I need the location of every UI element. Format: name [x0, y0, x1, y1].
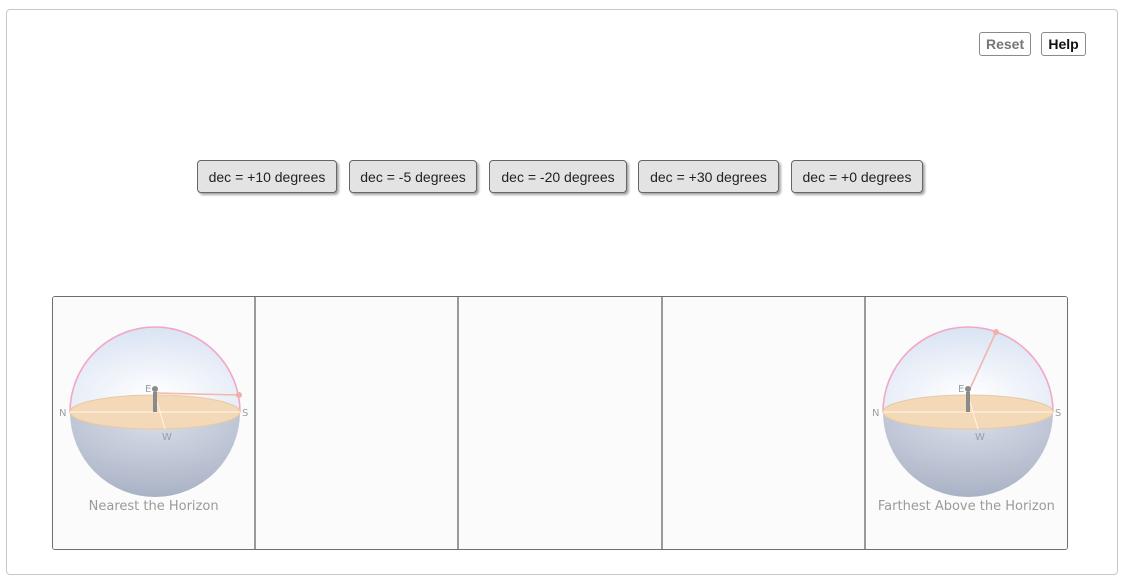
north-label: N [59, 408, 66, 419]
west-label: W [975, 432, 985, 443]
help-button[interactable]: Help [1041, 32, 1086, 56]
west-label: W [162, 432, 172, 443]
choice-dec-minus-20[interactable]: dec = -20 degrees [489, 160, 627, 193]
ranking-slot-5[interactable]: N S E W Farthest Above the Horizon [865, 297, 1067, 549]
south-label: S [242, 408, 248, 419]
slot-caption: Farthest Above the Horizon [877, 499, 1055, 514]
choice-dec-plus-10[interactable]: dec = +10 degrees [197, 160, 337, 193]
ranking-slot-1[interactable]: N S E W Nearest the Horizon [53, 297, 257, 549]
choice-dec-minus-5[interactable]: dec = -5 degrees [349, 160, 477, 193]
east-label: E [145, 384, 151, 395]
celestial-sphere-low-star-image: N S E W [59, 326, 248, 497]
ranking-slot-3[interactable] [459, 297, 663, 549]
ranking-slot-2[interactable] [256, 297, 460, 549]
choice-dec-plus-30[interactable]: dec = +30 degrees [638, 160, 779, 193]
ranking-slot-4[interactable] [662, 297, 866, 549]
reset-button[interactable]: Reset [979, 32, 1031, 56]
east-label: E [958, 384, 964, 395]
slot-caption: Nearest the Horizon [88, 499, 219, 514]
celestial-sphere-high-star-image: N S E W [872, 326, 1061, 497]
north-label: N [872, 408, 879, 419]
ranking-tray: N S E W Nearest the Horizon N S E W Fart… [52, 296, 1068, 550]
choice-dec-plus-0[interactable]: dec = +0 degrees [791, 160, 923, 193]
south-label: S [1055, 408, 1061, 419]
